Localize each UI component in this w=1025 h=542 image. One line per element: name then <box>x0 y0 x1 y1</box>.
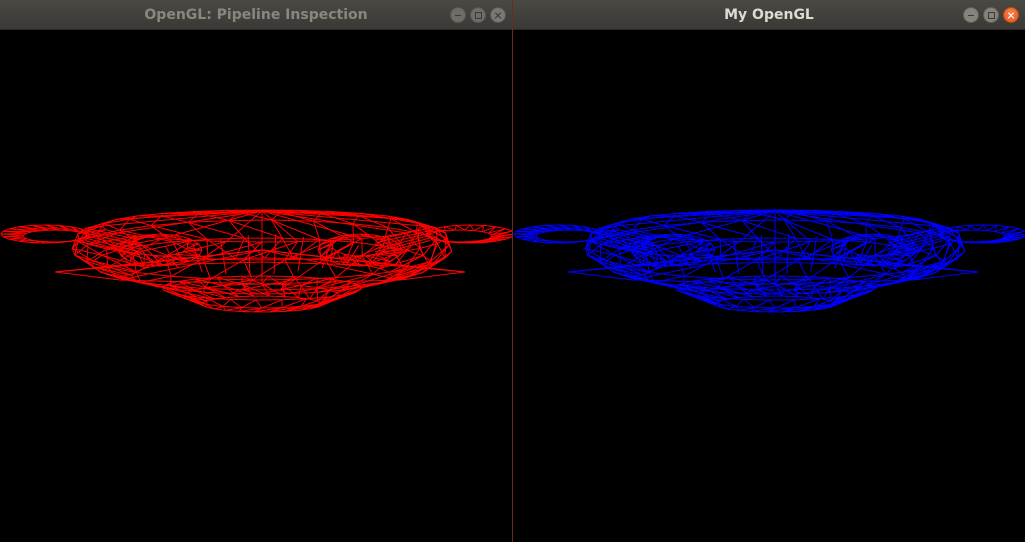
wireframe-mesh <box>0 209 512 313</box>
window-controls <box>963 7 1019 23</box>
close-icon[interactable] <box>1003 7 1019 23</box>
window-my-opengl[interactable]: My OpenGL <box>513 0 1025 542</box>
close-icon[interactable] <box>490 7 506 23</box>
window-pipeline-inspection[interactable]: OpenGL: Pipeline Inspection <box>0 0 512 542</box>
minimize-icon[interactable] <box>963 7 979 23</box>
maximize-icon[interactable] <box>470 7 486 23</box>
window-controls <box>450 7 506 23</box>
window-title: OpenGL: Pipeline Inspection <box>144 7 368 23</box>
minimize-icon[interactable] <box>450 7 466 23</box>
wireframe-mesh <box>513 209 1025 313</box>
window-title: My OpenGL <box>724 7 814 23</box>
titlebar[interactable]: My OpenGL <box>513 0 1025 30</box>
titlebar[interactable]: OpenGL: Pipeline Inspection <box>0 0 512 30</box>
gl-viewport[interactable] <box>513 30 1025 542</box>
gl-viewport[interactable] <box>0 30 512 542</box>
maximize-icon[interactable] <box>983 7 999 23</box>
